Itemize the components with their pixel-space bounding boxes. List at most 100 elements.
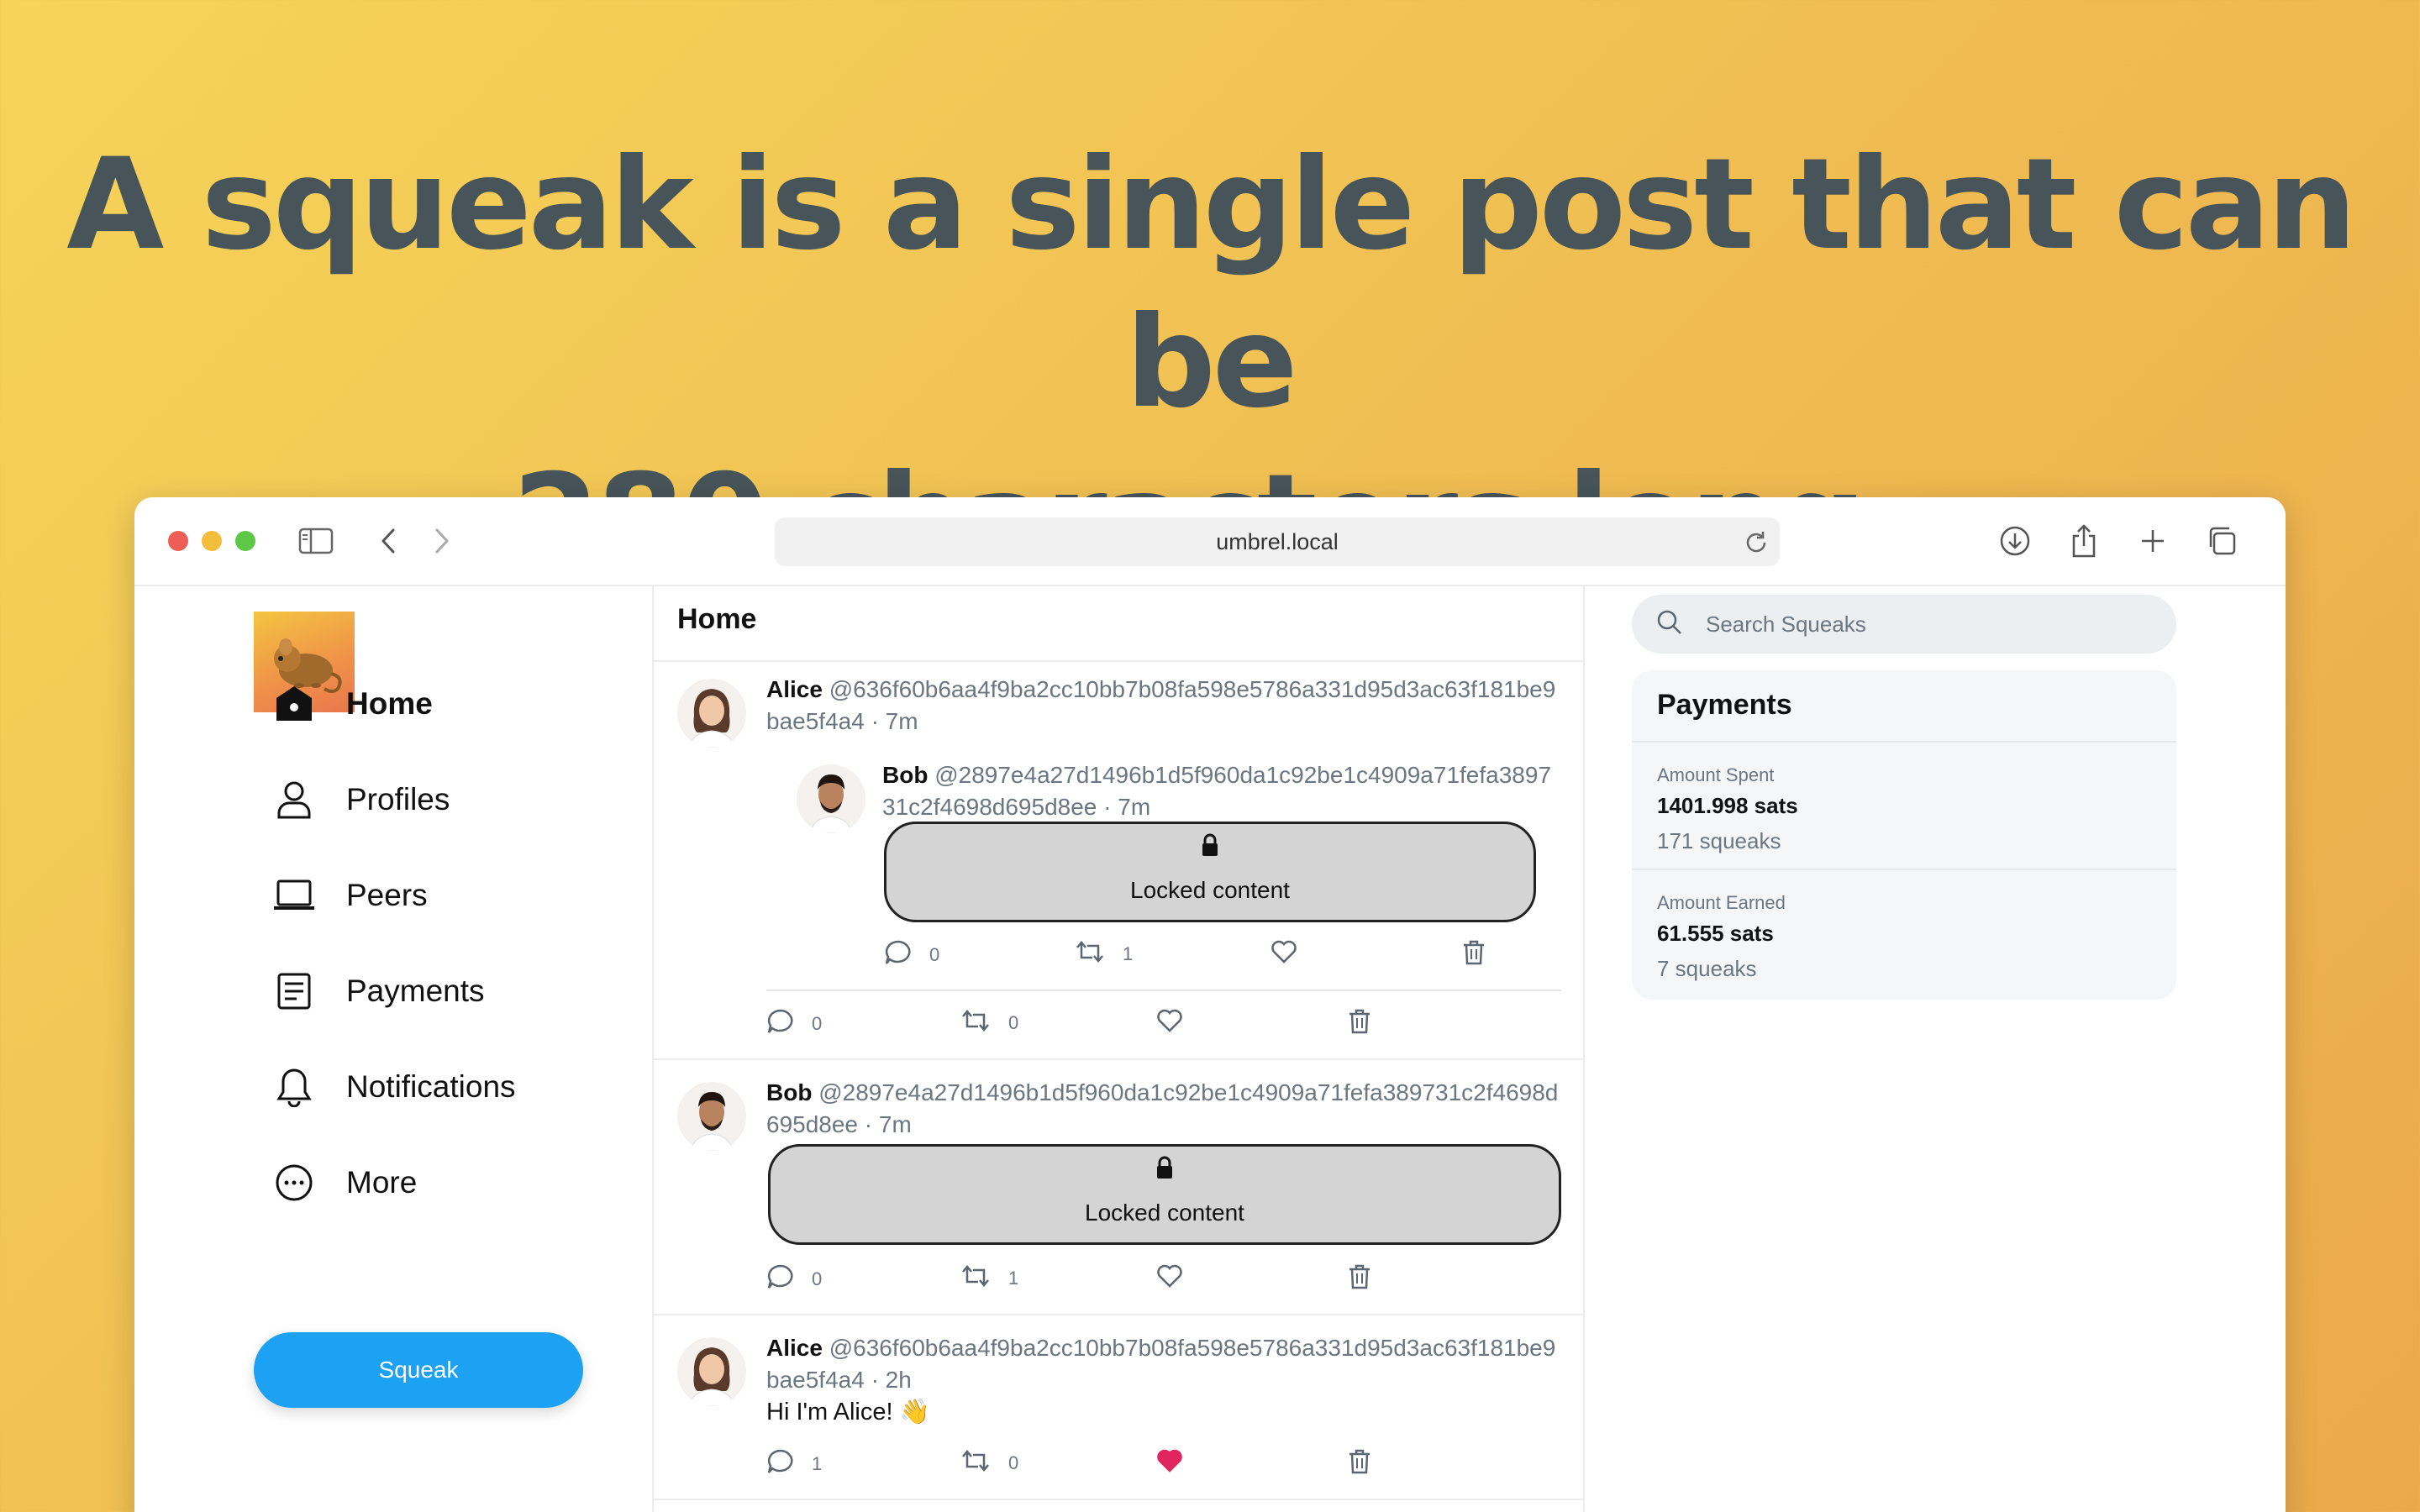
forward-icon[interactable] [424,522,460,559]
trash-icon [1348,1263,1371,1294]
minimize-window-button[interactable] [202,531,222,551]
author-handle[interactable]: @2897e4a27d1496b1d5f960da1c92be1c4909a71… [882,762,1551,820]
resqueak-count: 1 [1123,942,1134,964]
resqueak-action[interactable]: 1 [1074,939,1133,969]
amount-earned-label: Amount Earned [1657,892,1786,913]
delete-button[interactable] [1348,1008,1371,1039]
laptop-icon [269,870,319,921]
sidebar-item-label: Profiles [346,782,450,816]
post-body: Hi I'm Alice! 👋 [766,1399,930,1425]
close-window-button[interactable] [168,531,188,551]
back-icon[interactable] [370,522,407,559]
post-time: · 7m [871,708,918,734]
share-icon[interactable] [2065,522,2102,559]
sidebar-item-home[interactable]: Home [269,679,433,729]
feed-title: Home [677,603,757,635]
more-icon [269,1158,319,1208]
amount-spent-label: Amount Spent [1657,764,1775,785]
heart-icon [1155,1263,1184,1293]
reply-action[interactable]: 0 [766,1263,822,1294]
avatar[interactable] [677,1337,746,1406]
locked-label: Locked content [1085,1200,1244,1226]
delete-button[interactable] [1462,939,1486,970]
search-placeholder: Search Squeaks [1706,611,1866,637]
sidebar-item-notifications[interactable]: Notifications [269,1062,516,1112]
resqueak-action[interactable]: 1 [960,1263,1018,1293]
reply-icon [766,1008,795,1039]
receipt-icon [269,966,319,1016]
locked-label: Locked content [1130,877,1290,903]
resqueak-icon [960,1263,992,1293]
resqueak-icon [960,1448,992,1478]
amount-spent-count: 171 squeaks [1657,828,1781,853]
amount-spent-value: 1401.998 sats [1657,793,1798,818]
amount-earned-count: 7 squeaks [1657,956,1757,981]
divider [654,1314,1583,1315]
sidebar-toggle-icon[interactable] [297,522,334,559]
reply-count: 0 [812,1268,823,1289]
sidebar-item-profiles[interactable]: Profiles [269,774,450,825]
person-icon [269,774,319,825]
search-icon [1655,608,1684,641]
amount-earned-value: 61.555 sats [1657,921,1774,946]
post-header: Alice @636f60b6aa4f9ba2cc10bb7b08fa598e5… [766,674,1565,738]
resqueak-count: 0 [1008,1011,1019,1033]
sidebar-item-peers[interactable]: Peers [269,870,428,921]
like-button[interactable] [1155,1263,1184,1293]
sidebar-item-payments[interactable]: Payments [269,966,485,1016]
author-name[interactable]: Bob [882,762,928,788]
divider [654,660,1583,662]
address-bar[interactable]: umbrel.local [775,517,1780,566]
browser-toolbar: umbrel.local [134,497,2286,586]
post-time: · 7m [1103,794,1151,820]
post-header: Alice @636f60b6aa4f9ba2cc10bb7b08fa598e5… [766,1332,1565,1396]
delete-button[interactable] [1348,1263,1371,1294]
resqueak-action[interactable]: 0 [960,1448,1018,1478]
feed: Home Alice @636f60b6aa4f9ba2cc10bb7b08fa… [652,586,1585,1512]
divider [654,1058,1583,1060]
avatar[interactable] [677,679,746,748]
divider [1632,869,2176,870]
reply-count: 1 [812,1452,823,1474]
divider [766,990,1561,991]
reply-action[interactable]: 0 [884,939,939,970]
resqueak-icon [960,1008,992,1037]
new-tab-icon[interactable] [2134,522,2171,559]
reply-action[interactable]: 0 [766,1008,822,1039]
payments-card: Payments Amount Spent 1401.998 sats 171 … [1632,670,2176,1000]
heart-icon [1270,939,1298,969]
avatar[interactable] [797,764,865,833]
payments-title: Payments [1657,689,1792,721]
maximize-window-button[interactable] [235,531,255,551]
squeak-button[interactable]: Squeak [254,1332,583,1408]
browser-window: umbrel.local Home Profiles Peers Payment… [134,497,2286,1512]
post-time: · 2h [871,1367,912,1393]
tab-overview-icon[interactable] [2203,522,2240,559]
avatar[interactable] [677,1082,746,1151]
search-input[interactable]: Search Squeaks [1632,595,2176,654]
reply-action[interactable]: 1 [766,1448,822,1479]
downloads-icon[interactable] [1996,522,2033,559]
divider [654,1499,1583,1500]
locked-content[interactable]: Locked content [768,1144,1561,1245]
quoted-post-header: Bob @2897e4a27d1496b1d5f960da1c92be1c490… [882,759,1555,823]
reply-count: 0 [812,1012,823,1034]
sidebar-item-label: Payments [346,974,485,1008]
like-button[interactable] [1270,939,1298,969]
locked-content[interactable]: Locked content [884,822,1536,922]
author-name[interactable]: Alice [766,676,823,702]
reload-icon[interactable] [1743,528,1770,560]
like-button[interactable] [1155,1008,1184,1037]
author-name[interactable]: Alice [766,1335,823,1361]
resqueak-action[interactable]: 0 [960,1008,1018,1037]
delete-button[interactable] [1348,1448,1371,1479]
trash-icon [1348,1008,1371,1039]
divider [1632,741,2176,743]
sidebar-item-more[interactable]: More [269,1158,417,1208]
like-button[interactable] [1155,1448,1184,1478]
bell-icon [269,1062,319,1112]
sidebar-item-label: Peers [346,878,428,912]
post-header: Bob @2897e4a27d1496b1d5f960da1c92be1c490… [766,1077,1565,1141]
trash-icon [1462,939,1486,970]
author-name[interactable]: Bob [766,1079,812,1105]
